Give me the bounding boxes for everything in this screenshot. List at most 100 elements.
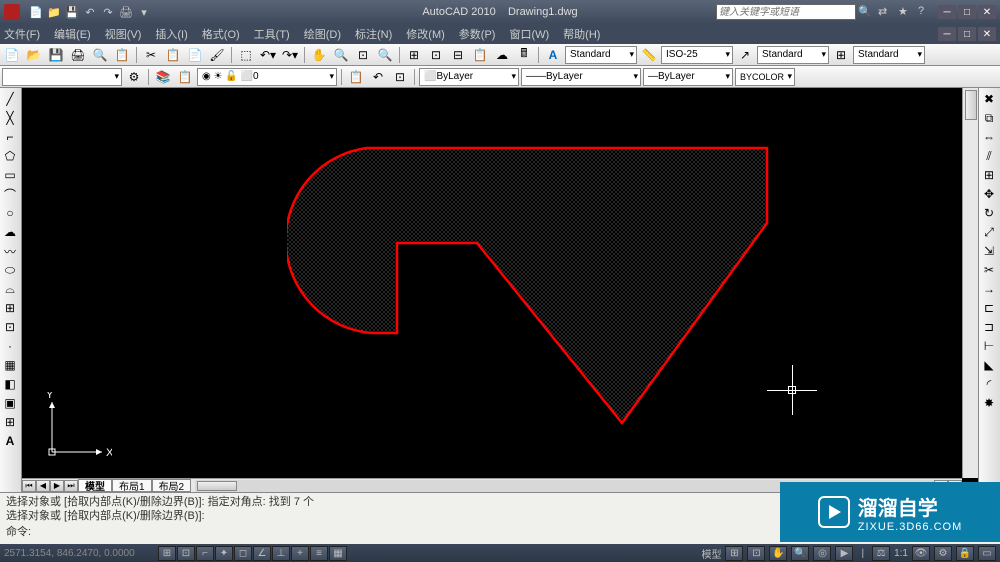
menu-window[interactable]: 窗口(W) [509, 26, 549, 42]
redo-icon[interactable]: ↷ [100, 4, 116, 20]
markup-icon[interactable]: ☁ [492, 46, 512, 64]
block-icon[interactable]: ⬚ [236, 46, 256, 64]
ducs-button[interactable]: ⊥ [272, 546, 290, 561]
menu-file[interactable]: 文件(F) [4, 26, 40, 42]
make-block-icon[interactable]: ⊡ [0, 318, 20, 336]
save-icon[interactable]: 💾 [64, 4, 80, 20]
design-center-icon[interactable]: ⊡ [426, 46, 446, 64]
polyline-icon[interactable]: ⌐ [0, 128, 20, 146]
linetype-dropdown[interactable]: —— ByLayer [521, 68, 641, 86]
layer-dropdown[interactable]: ◉ ☀ 🔓 ⬜ 0 [197, 68, 337, 86]
chevron-down-icon[interactable]: ▾ [136, 4, 152, 20]
tab-layout1[interactable]: 布局1 [112, 479, 152, 492]
array-icon[interactable]: ⊞ [979, 166, 999, 184]
snap-button[interactable]: ⊞ [158, 546, 176, 561]
calculator-icon[interactable]: 🖩 [514, 46, 534, 64]
close-button[interactable]: ✕ [978, 5, 996, 19]
revcloud-icon[interactable]: ☁ [0, 223, 20, 241]
star-icon[interactable]: ★ [898, 5, 912, 19]
trim-icon[interactable]: ✂ [979, 261, 999, 279]
text-style-dropdown[interactable]: Standard [565, 46, 637, 64]
undo-icon[interactable]: ↶▾ [258, 46, 278, 64]
pan-status-icon[interactable]: ✋ [769, 546, 787, 561]
grid-button[interactable]: ⊡ [177, 546, 195, 561]
copy-icon[interactable]: 📋 [163, 46, 183, 64]
menu-tools[interactable]: 工具(T) [254, 26, 290, 42]
arc-icon[interactable]: ⌒ [0, 185, 20, 203]
layer-states-icon[interactable]: 📋 [175, 68, 195, 86]
chamfer-icon[interactable]: ◣ [979, 356, 999, 374]
erase-icon[interactable]: ✖ [979, 90, 999, 108]
copy-obj-icon[interactable]: ⧉ [979, 109, 999, 127]
otrack-button[interactable]: ∠ [253, 546, 271, 561]
vertical-scrollbar[interactable] [962, 88, 978, 478]
menu-insert[interactable]: 插入(I) [155, 26, 187, 42]
join-icon[interactable]: ⊢ [979, 337, 999, 355]
hatch-icon[interactable]: ▦ [0, 356, 20, 374]
doc-close-button[interactable]: ✕ [978, 27, 996, 41]
lineweight-dropdown[interactable]: — ByLayer [643, 68, 733, 86]
extend-icon[interactable]: → [979, 280, 999, 298]
table-style-dropdown[interactable]: Standard [853, 46, 925, 64]
mleader-style-icon[interactable]: ↗ [735, 46, 755, 64]
tab-model[interactable]: 模型 [78, 479, 112, 492]
table-style-icon[interactable]: ⊞ [831, 46, 851, 64]
break-icon[interactable]: ⊐ [979, 318, 999, 336]
tab-last-button[interactable]: ⏭ [64, 480, 78, 492]
zoom-status-icon[interactable]: 🔍 [791, 546, 809, 561]
quick-view-drawings-icon[interactable]: ⊡ [747, 546, 765, 561]
menu-draw[interactable]: 绘图(D) [304, 26, 341, 42]
fillet-icon[interactable]: ◜ [979, 375, 999, 393]
break-at-point-icon[interactable]: ⊏ [979, 299, 999, 317]
sheet-set-icon[interactable]: 📋 [470, 46, 490, 64]
undo-icon[interactable]: ↶ [82, 4, 98, 20]
doc-minimize-button[interactable]: ─ [938, 27, 956, 41]
layer-match-icon[interactable]: 📋 [346, 68, 366, 86]
tab-prev-button[interactable]: ◀ [36, 480, 50, 492]
cut-icon[interactable]: ✂ [141, 46, 161, 64]
save-icon[interactable]: 💾 [46, 46, 66, 64]
redo-icon[interactable]: ↷▾ [280, 46, 300, 64]
gradient-icon[interactable]: ◧ [0, 375, 20, 393]
clean-screen-icon[interactable]: ▭ [978, 546, 996, 561]
polar-button[interactable]: ✦ [215, 546, 233, 561]
point-icon[interactable]: · [0, 337, 20, 355]
zoom-icon[interactable]: 🔍 [331, 46, 351, 64]
new-icon[interactable]: 📄 [2, 46, 22, 64]
qp-button[interactable]: ▦ [329, 546, 347, 561]
match-prop-icon[interactable]: 🖌 [207, 46, 227, 64]
ortho-button[interactable]: ⌐ [196, 546, 214, 561]
color-dropdown[interactable]: ⬜ ByLayer [419, 68, 519, 86]
zoom-window-icon[interactable]: ⊡ [353, 46, 373, 64]
steering-wheel-icon[interactable]: ◎ [813, 546, 831, 561]
workspace-settings-icon[interactable]: ⚙ [124, 68, 144, 86]
layer-isolate-icon[interactable]: ⊡ [390, 68, 410, 86]
print-icon[interactable]: 🖨 [118, 4, 134, 20]
mirror-icon[interactable]: ⇔ [979, 128, 999, 146]
rectangle-icon[interactable]: ▭ [0, 166, 20, 184]
properties-icon[interactable]: ⊞ [404, 46, 424, 64]
ellipse-arc-icon[interactable]: ⌓ [0, 280, 20, 298]
annotation-visibility-icon[interactable]: 👁 [912, 546, 930, 561]
open-icon[interactable]: 📁 [46, 4, 62, 20]
layer-previous-icon[interactable]: ↶ [368, 68, 388, 86]
minimize-button[interactable]: ─ [938, 5, 956, 19]
text-style-icon[interactable]: A [543, 46, 563, 64]
vscroll-thumb[interactable] [965, 90, 977, 120]
mleader-style-dropdown[interactable]: Standard [757, 46, 829, 64]
menu-params[interactable]: 参数(P) [459, 26, 496, 42]
explode-icon[interactable]: ✸ [979, 394, 999, 412]
annotation-scale-icon[interactable]: ⚖ [872, 546, 890, 561]
publish-icon[interactable]: 📋 [112, 46, 132, 64]
tab-first-button[interactable]: ⏮ [22, 480, 36, 492]
toolbar-lock-icon[interactable]: 🔒 [956, 546, 974, 561]
tool-palettes-icon[interactable]: ⊟ [448, 46, 468, 64]
showmotion-icon[interactable]: ▶ [835, 546, 853, 561]
dim-style-dropdown[interactable]: ISO-25 [661, 46, 733, 64]
preview-icon[interactable]: 🔍 [90, 46, 110, 64]
offset-icon[interactable]: ⫽ [979, 147, 999, 165]
tab-layout2[interactable]: 布局2 [152, 479, 192, 492]
tab-next-button[interactable]: ▶ [50, 480, 64, 492]
stretch-icon[interactable]: ⇲ [979, 242, 999, 260]
move-icon[interactable]: ✥ [979, 185, 999, 203]
